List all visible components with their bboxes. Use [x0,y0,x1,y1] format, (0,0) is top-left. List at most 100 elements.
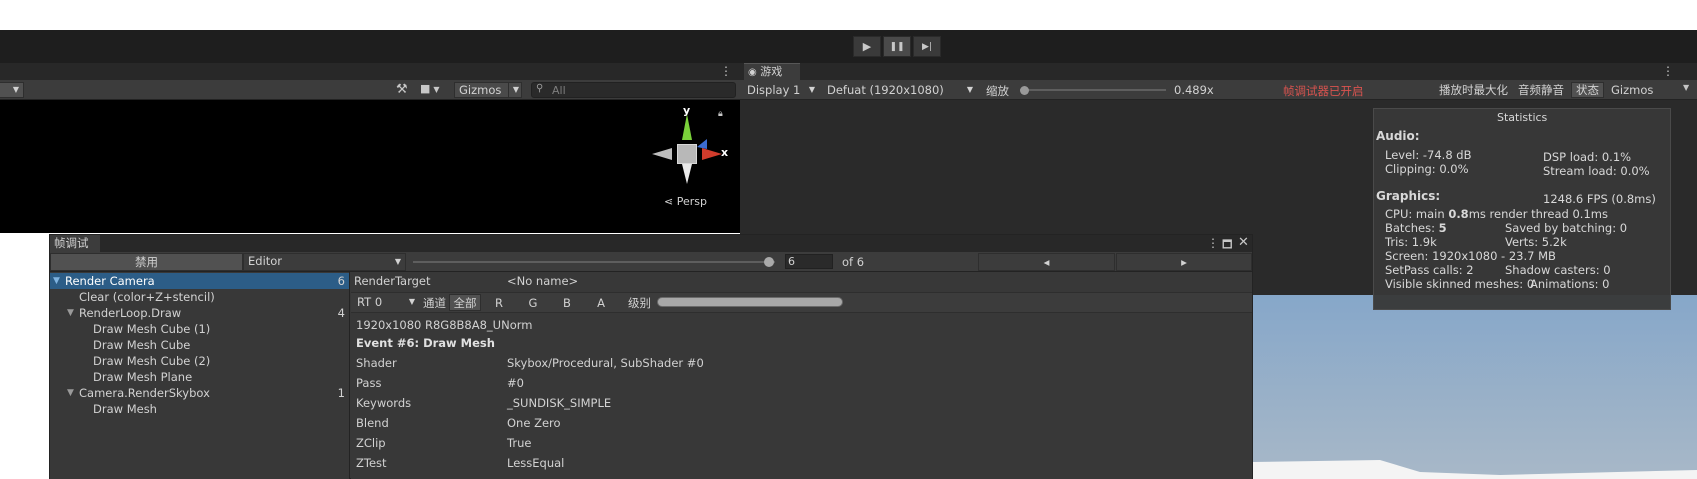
more-options-icon[interactable]: ⋮ [720,64,732,78]
property-label: Keywords [356,396,412,410]
event-count-label: of 6 [842,255,865,269]
more-options-icon[interactable]: ⋮ [1207,236,1219,250]
step-icon: ▶| [922,41,932,52]
tab-game[interactable]: ◉ 游戏 [744,63,800,80]
level-range-slider[interactable] [657,297,843,307]
property-value: #0 [507,376,524,390]
scene-toolbar: ▼ ⚒ ■ ▼ Gizmos ▼ ⚲ All [0,80,740,100]
tree-item[interactable]: Draw Mesh Cube [50,337,349,353]
close-icon[interactable]: ✕ [1238,235,1249,250]
tree-item[interactable]: Draw Mesh Plane [50,369,349,385]
event-slider-handle[interactable] [764,257,774,267]
stats-animations: Animations: 0 [1530,277,1610,291]
expand-arrow-icon[interactable]: ▼ [53,273,60,289]
draw-mode-dropdown[interactable]: ▼ [0,82,24,98]
channel-all-button[interactable]: 全部 [449,294,481,311]
axis-y-label: y [683,104,691,117]
tree-item[interactable]: Draw Mesh Cube (1) [50,321,349,337]
stats-tris: Tris: 1.9k [1385,235,1437,249]
camera-icon: ■ [420,82,431,95]
step-button[interactable]: ▶| [913,36,941,57]
scene-viewport[interactable]: y x 🔒︎ ⋖ Persp [0,100,740,233]
game-toolbar: Display 1 ▼ Defuat (1920x1080) ▼ 缩放 0.489x… [740,80,1697,100]
persp-toggle[interactable]: ⋖ Persp [664,195,707,208]
display-dropdown[interactable]: Display 1 ▼ [742,82,820,98]
channel-b-button[interactable]: B [551,294,583,311]
property-label: Pass [356,376,382,390]
frame-debugger-toolbar: 禁用 Editor ▼ 6 of 6 ◂ ▸ [50,252,1252,272]
pause-button[interactable]: ❚❚ [883,36,911,57]
frame-debugger-window: ⋮ 🗖︎ ✕ 帧调试 禁用 Editor▼ 6 of 6 ◂ ▸ ▼ Rend [49,234,1253,479]
event-index-field[interactable]: 6 [785,254,833,269]
chevron-right-icon: ▸ [1181,255,1187,269]
top-blank-area [0,0,1697,30]
channel-a-button[interactable]: A [585,294,617,311]
mute-audio-toggle[interactable]: 音频静音 [1516,82,1570,98]
render-target-format: 1920x1080 R8G8B8A8_UNorm [356,318,533,332]
axis-x-label: x [721,146,729,159]
tree-item[interactable]: ▼ RenderLoop.Draw 4 [50,305,349,321]
scale-slider-handle[interactable] [1020,86,1029,95]
event-detail-pane: RenderTarget <No name> RT 0 ▼ 通道 全部 R G B… [351,272,1252,479]
channel-toolbar: RT 0 ▼ 通道 全部 R G B A 级别 [351,292,1252,313]
gizmos-dropdown[interactable]: Gizmos ▼ [454,82,522,98]
search-icon: ⚲ [536,83,544,94]
property-label: Shader [356,356,397,370]
property-label: ZTest [356,456,387,470]
next-event-button[interactable]: ▸ [1116,253,1252,271]
scale-slider[interactable] [1020,86,1166,95]
play-toolbar: ▶ ❚❚ ▶| [0,30,1697,63]
expand-arrow-icon[interactable]: ▼ [67,305,74,321]
stats-audio-header: Audio: [1376,129,1420,143]
stats-skinned-meshes: Visible skinned meshes: 0 [1385,277,1535,291]
event-slider[interactable] [413,257,775,267]
scene-tab-bar: ⋮ [0,63,740,80]
property-label: Blend [356,416,389,430]
play-button[interactable]: ▶ [853,36,881,57]
chevron-left-icon: ◂ [1043,255,1050,269]
render-target-value: <No name> [507,274,579,288]
stats-stream-load: Stream load: 0.0% [1543,164,1650,178]
tree-item[interactable]: Draw Mesh [50,401,349,417]
rt-dropdown[interactable]: RT 0 ▼ [352,294,420,310]
tools-icon[interactable]: ⚒ [396,82,408,97]
stats-setpass: SetPass calls: 2 [1385,263,1474,277]
channel-g-button[interactable]: G [517,294,549,311]
expand-arrow-icon[interactable]: ▼ [67,385,74,401]
stats-title: Statistics [1497,111,1548,124]
target-dropdown[interactable]: Editor ▼ [243,253,406,271]
tree-item[interactable]: Clear (color+Z+stencil) [50,289,349,305]
statistics-panel: Statistics Audio: Level: -74.8 dB Clippi… [1373,108,1671,310]
tab-frame-debugger[interactable]: 帧调试 [50,235,100,252]
game-gizmos-dropdown[interactable]: Gizmos [1606,82,1678,98]
stats-graphics-header: Graphics: [1376,189,1441,203]
search-field[interactable]: ⚲ All [531,82,736,98]
maximize-on-play-toggle[interactable]: 播放时最大化 [1436,82,1514,98]
resolution-dropdown[interactable]: Defuat (1920x1080) ▼ [822,82,978,98]
stats-screen: Screen: 1920x1080 - 23.7 MB [1385,249,1556,263]
tree-item[interactable]: ▼ Camera.RenderSkybox 1 [50,385,349,401]
stats-toggle[interactable]: 状态 [1571,82,1604,98]
stats-clipping: Clipping: 0.0% [1385,162,1469,176]
more-options-icon[interactable]: ⋮ [1662,64,1674,78]
channel-r-button[interactable]: R [483,294,515,311]
tree-item-render-camera[interactable]: ▼ Render Camera 6 [50,273,349,289]
stats-saved-batching: Saved by batching: 0 [1505,221,1628,235]
render-target-label: RenderTarget [354,274,431,288]
tree-item[interactable]: Draw Mesh Cube (2) [50,353,349,369]
property-value: _SUNDISK_SIMPLE [507,396,612,410]
prev-event-button[interactable]: ◂ [978,253,1115,271]
game-tab-bar: ⋮ [740,63,1697,80]
lock-icon[interactable]: 🔒︎ [718,109,723,119]
scale-label: 缩放 [986,84,1009,98]
frame-debugger-tab-bar: ⋮ 🗖︎ ✕ [50,235,1252,252]
stats-batches: Batches: 5 [1385,221,1447,235]
camera-dropdown[interactable]: ■ ▼ [420,82,452,98]
search-placeholder: All [552,84,566,97]
play-icon: ▶ [862,40,872,53]
disable-button[interactable]: 禁用 [50,253,243,271]
stats-cpu: CPU: main 0.8ms render thread 0.1ms [1385,207,1608,221]
property-value: True [507,436,532,450]
pause-icon: ❚❚ [889,41,905,52]
chevron-down-icon[interactable]: ▼ [1683,83,1689,92]
